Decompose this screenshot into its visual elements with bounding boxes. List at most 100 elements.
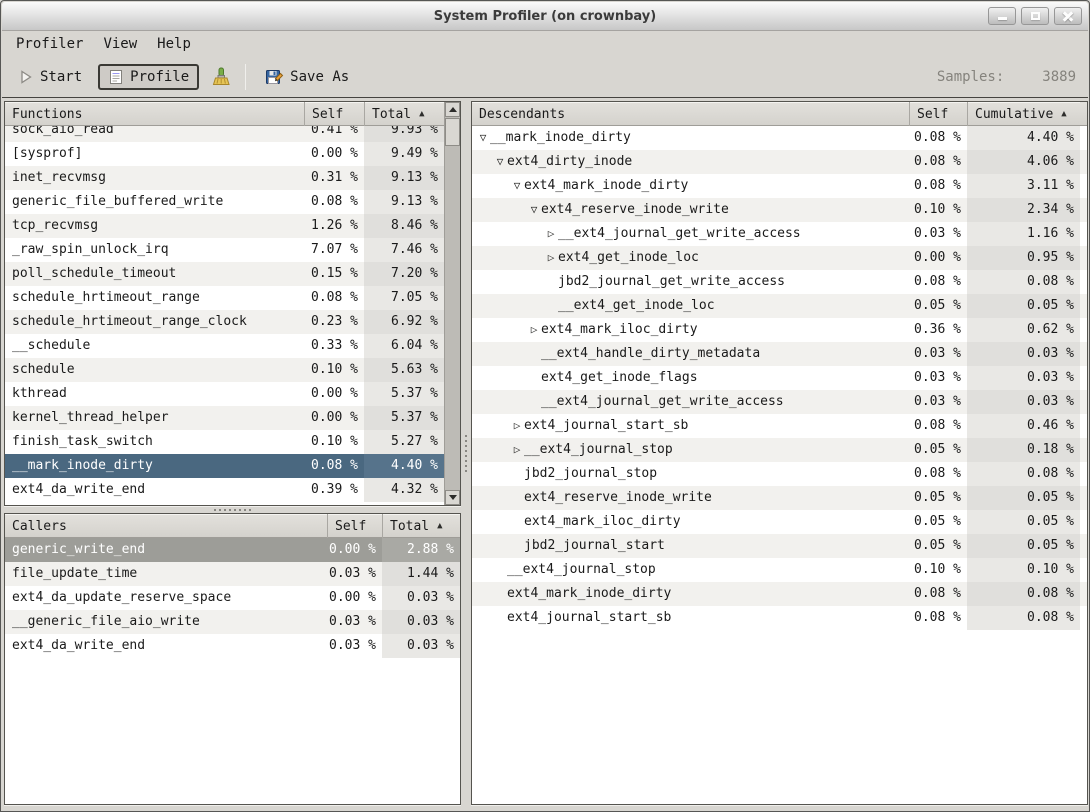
titlebar[interactable]: System Profiler (on crownbay) <box>2 2 1088 31</box>
table-row[interactable]: generic_write_end0.00 %2.88 % <box>5 538 460 562</box>
tree-row[interactable]: jbd2_journal_get_write_access0.08 %0.08 … <box>472 270 1087 294</box>
total-percent-cell: 5.37 % <box>364 382 444 406</box>
table-row[interactable]: __mark_inode_dirty0.08 %4.40 % <box>5 454 444 478</box>
self-percent-cell: 0.03 % <box>909 342 967 366</box>
self-percent-cell: 0.00 % <box>327 538 382 562</box>
tree-row[interactable]: __ext4_get_inode_loc0.05 %0.05 % <box>472 294 1087 318</box>
table-row[interactable]: kernel_thread_helper0.00 %5.37 % <box>5 406 444 430</box>
table-row[interactable]: sock_aio_read0.41 %9.93 % <box>5 126 444 142</box>
expander-open-icon[interactable]: ▽ <box>527 198 541 222</box>
function-name-cell: poll_schedule_timeout <box>5 262 304 286</box>
scrollbar-thumb[interactable] <box>445 118 460 146</box>
expander-open-icon[interactable]: ▽ <box>510 174 524 198</box>
table-row[interactable]: file_update_time0.03 %1.44 % <box>5 562 460 586</box>
self-column-header[interactable]: Self <box>304 102 364 126</box>
functions-scrollbar[interactable] <box>444 102 460 505</box>
expander-closed-icon[interactable]: ▷ <box>544 246 558 270</box>
tree-indent <box>476 308 544 309</box>
save-as-button[interactable]: Save As <box>256 63 357 91</box>
tree-row[interactable]: ▷__ext4_journal_get_write_access0.03 %1.… <box>472 222 1087 246</box>
menu-view[interactable]: View <box>93 33 147 55</box>
table-row[interactable]: ext4_da_write_end0.03 %0.03 % <box>5 634 460 658</box>
table-row[interactable]: ext4_da_update_reserve_space0.00 %0.03 % <box>5 586 460 610</box>
table-row[interactable]: _raw_spin_unlock_irq7.07 %7.46 % <box>5 238 444 262</box>
tree-row[interactable]: ext4_journal_start_sb0.08 %0.08 % <box>472 606 1087 630</box>
self-percent-cell: 0.00 % <box>304 142 364 166</box>
table-row[interactable]: schedule_hrtimeout_range_clock0.23 %6.92… <box>5 310 444 334</box>
menu-help[interactable]: Help <box>147 33 201 55</box>
tree-row[interactable]: __ext4_handle_dirty_metadata0.03 %0.03 % <box>472 342 1087 366</box>
callers-column-label: Callers <box>12 519 67 534</box>
total-column-header[interactable]: Total▲ <box>364 102 444 126</box>
total-column-header[interactable]: Total▲ <box>382 514 460 538</box>
callers-column-header[interactable]: Callers <box>5 514 327 538</box>
self-percent-cell: 7.07 % <box>304 238 364 262</box>
tree-row[interactable]: __ext4_journal_stop0.10 %0.10 % <box>472 558 1087 582</box>
self-percent-cell: 0.08 % <box>304 286 364 310</box>
tree-row[interactable]: ▷__ext4_journal_stop0.05 %0.18 % <box>472 438 1087 462</box>
tree-row[interactable]: ext4_mark_inode_dirty0.08 %0.08 % <box>472 582 1087 606</box>
expander-closed-icon[interactable]: ▷ <box>510 438 524 462</box>
tree-row[interactable]: ▷ext4_mark_iloc_dirty0.36 %0.62 % <box>472 318 1087 342</box>
close-button[interactable] <box>1054 7 1082 25</box>
tree-indent <box>476 404 527 405</box>
reset-button[interactable] <box>207 63 235 91</box>
tree-row[interactable]: ▷ext4_get_inode_loc0.00 %0.95 % <box>472 246 1087 270</box>
tree-row[interactable]: ext4_get_inode_flags0.03 %0.03 % <box>472 366 1087 390</box>
function-name-cell: kernel_thread_helper <box>5 406 304 430</box>
tree-row[interactable]: jbd2_journal_start0.05 %0.05 % <box>472 534 1087 558</box>
descendants-column-header[interactable]: Descendants <box>472 102 909 126</box>
start-button[interactable]: Start <box>10 65 90 89</box>
expander-closed-icon[interactable]: ▷ <box>510 414 524 438</box>
table-row[interactable]: schedule_hrtimeout_range0.08 %7.05 % <box>5 286 444 310</box>
scroll-down-button[interactable] <box>445 490 460 505</box>
tree-node-label: __ext4_journal_get_write_access <box>541 394 784 409</box>
tree-row[interactable]: jbd2_journal_stop0.08 %0.08 % <box>472 462 1087 486</box>
splitter-dot <box>465 435 467 437</box>
expander-closed-icon[interactable]: ▷ <box>544 222 558 246</box>
table-row[interactable]: poll_schedule_timeout0.15 %7.20 % <box>5 262 444 286</box>
self-percent-cell: 0.03 % <box>909 366 967 390</box>
table-row[interactable]: generic_file_buffered_write0.08 %9.13 % <box>5 190 444 214</box>
maximize-button[interactable] <box>1021 7 1049 25</box>
self-percent-cell: 1.26 % <box>304 214 364 238</box>
table-row[interactable]: schedule0.10 %5.63 % <box>5 358 444 382</box>
expander-closed-icon[interactable]: ▷ <box>527 318 541 342</box>
horizontal-splitter[interactable] <box>4 506 461 513</box>
table-row[interactable]: __generic_file_aio_write0.03 %0.03 % <box>5 610 460 634</box>
vertical-splitter[interactable] <box>461 101 471 805</box>
expander-open-icon[interactable]: ▽ <box>493 150 507 174</box>
app-window: System Profiler (on crownbay) Profiler V… <box>0 0 1090 812</box>
row-filler <box>1080 606 1087 630</box>
cumulative-column-header[interactable]: Cumulative▲ <box>967 102 1080 126</box>
cumulative-percent-cell: 0.46 % <box>967 414 1080 438</box>
scroll-up-button[interactable] <box>445 102 460 117</box>
tree-row[interactable]: ▽ext4_mark_inode_dirty0.08 %3.11 % <box>472 174 1087 198</box>
tree-row[interactable]: ▽ext4_dirty_inode0.08 %4.06 % <box>472 150 1087 174</box>
table-row[interactable]: tcp_recvmsg1.26 %8.46 % <box>5 214 444 238</box>
tree-row[interactable]: ext4_mark_iloc_dirty0.05 %0.05 % <box>472 510 1087 534</box>
menu-profiler[interactable]: Profiler <box>6 33 93 55</box>
functions-column-header[interactable]: Functions <box>5 102 304 126</box>
table-row[interactable]: [sysprof]0.00 %9.49 % <box>5 142 444 166</box>
cumulative-percent-cell: 0.03 % <box>967 390 1080 414</box>
cumulative-percent-cell: 0.62 % <box>967 318 1080 342</box>
tree-row[interactable]: __ext4_journal_get_write_access0.03 %0.0… <box>472 390 1087 414</box>
minimize-button[interactable] <box>988 7 1016 25</box>
function-name-cell: kthread <box>5 382 304 406</box>
table-row[interactable]: __schedule0.33 %6.04 % <box>5 334 444 358</box>
profile-toggle-button[interactable]: Profile <box>98 64 199 90</box>
table-row[interactable]: kthread0.00 %5.37 % <box>5 382 444 406</box>
sort-ascending-icon: ▲ <box>1061 109 1066 119</box>
tree-row[interactable]: ▽ext4_reserve_inode_write0.10 %2.34 % <box>472 198 1087 222</box>
table-row[interactable]: ext4_da_write_end0.39 %4.32 % <box>5 478 444 502</box>
table-row[interactable]: inet_recvmsg0.31 %9.13 % <box>5 166 444 190</box>
expander-open-icon[interactable]: ▽ <box>476 126 490 150</box>
function-name-cell: schedule_hrtimeout_range_clock <box>5 310 304 334</box>
self-column-header[interactable]: Self <box>327 514 382 538</box>
tree-row[interactable]: ▽__mark_inode_dirty0.08 %4.40 % <box>472 126 1087 150</box>
table-row[interactable]: finish_task_switch0.10 %5.27 % <box>5 430 444 454</box>
self-column-header[interactable]: Self <box>909 102 967 126</box>
tree-row[interactable]: ▷ext4_journal_start_sb0.08 %0.46 % <box>472 414 1087 438</box>
tree-row[interactable]: ext4_reserve_inode_write0.05 %0.05 % <box>472 486 1087 510</box>
